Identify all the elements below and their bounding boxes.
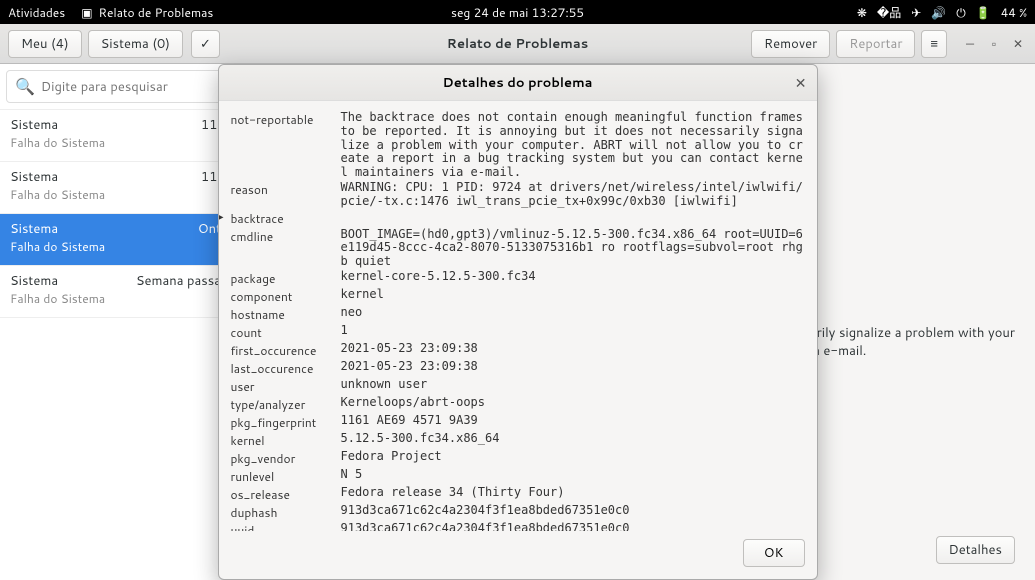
detail-key: first_occurence xyxy=(231,342,341,359)
detail-value: WARNING: CPU: 1 PID: 9724 at drivers/net… xyxy=(341,181,805,209)
detail-value: BOOT_IMAGE=(hd0,gpt3)/vmlinuz-5.12.5-300… xyxy=(341,228,805,269)
detail-row: pkg_fingerprint1161 AE69 4571 9A39 xyxy=(231,414,805,431)
problem-details-dialog: Detalhes do problema ✕ not-reportableThe… xyxy=(218,64,818,580)
detail-row: packagekernel-core-5.12.5-300.fc34 xyxy=(231,270,805,287)
gnome-topbar: Atividades ▣ Relato de Problemas seg 24 … xyxy=(0,0,1035,24)
detail-key: last_occurence xyxy=(231,360,341,377)
detail-row: pkg_vendorFedora Project xyxy=(231,450,805,467)
detail-row: last_occurence2021-05-23 23:09:38 xyxy=(231,360,805,377)
detail-value: 5.12.5-300.fc34.x86_64 xyxy=(341,432,805,446)
detail-row: cmdlineBOOT_IMAGE=(hd0,gpt3)/vmlinuz-5.1… xyxy=(231,228,805,269)
settings-icon[interactable]: ❋ xyxy=(857,4,867,21)
detail-value: 913d3ca671c62c4a2304f3f1ea8bded67351e0c0 xyxy=(341,504,805,518)
detail-key: os_release xyxy=(231,486,341,503)
dialog-title: Detalhes do problema xyxy=(443,74,593,92)
detail-key: uuid xyxy=(231,522,341,531)
battery-icon[interactable]: 🔋 xyxy=(976,4,991,21)
network-icon[interactable]: �品 xyxy=(877,4,901,21)
detail-key: cmdline xyxy=(231,228,341,245)
detail-value: kernel xyxy=(341,288,805,302)
detail-row: first_occurence2021-05-23 23:09:38 xyxy=(231,342,805,359)
activities-button[interactable]: Atividades xyxy=(8,4,65,21)
detail-row: kernel5.12.5-300.fc34.x86_64 xyxy=(231,432,805,449)
detail-row: runlevelN 5 xyxy=(231,468,805,485)
dialog-backdrop: Detalhes do problema ✕ not-reportableThe… xyxy=(0,24,1035,580)
detail-value: Fedora Project xyxy=(341,450,805,464)
detail-value: Fedora release 34 (Thirty Four) xyxy=(341,486,805,500)
detail-key: count xyxy=(231,324,341,341)
detail-row: hostnameneo xyxy=(231,306,805,323)
detail-row: reasonWARNING: CPU: 1 PID: 9724 at drive… xyxy=(231,181,805,209)
dialog-close-button[interactable]: ✕ xyxy=(795,73,807,93)
detail-key: type/analyzer xyxy=(231,396,341,413)
detail-key: not-reportable xyxy=(231,111,341,128)
detail-value: Kerneloops/abrt-oops xyxy=(341,396,805,410)
detail-row: not-reportableThe backtrace does not con… xyxy=(231,111,805,180)
volume-icon[interactable]: 🔊 xyxy=(931,4,946,21)
detail-key: reason xyxy=(231,181,341,198)
detail-row: componentkernel xyxy=(231,288,805,305)
detail-value: 2021-05-23 23:09:38 xyxy=(341,342,805,356)
clock[interactable]: seg 24 de mai 13:27:55 xyxy=(451,4,584,21)
app-name: Relato de Problemas xyxy=(99,4,214,21)
detail-value: neo xyxy=(341,306,805,320)
dialog-body: not-reportableThe backtrace does not con… xyxy=(219,101,817,531)
detail-key: kernel xyxy=(231,432,341,449)
detail-key[interactable]: backtrace xyxy=(231,210,341,227)
detail-key: user xyxy=(231,378,341,395)
detail-key: pkg_fingerprint xyxy=(231,414,341,431)
detail-value: The backtrace does not contain enough me… xyxy=(341,111,805,180)
ok-button[interactable]: OK xyxy=(743,539,805,567)
detail-value: 2021-05-23 23:09:38 xyxy=(341,360,805,374)
detail-row: userunknown user xyxy=(231,378,805,395)
detail-value: 1161 AE69 4571 9A39 xyxy=(341,414,805,428)
detail-value: unknown user xyxy=(341,378,805,392)
detail-row: duphash913d3ca671c62c4a2304f3f1ea8bded67… xyxy=(231,504,805,521)
detail-key: component xyxy=(231,288,341,305)
detail-row: uuid913d3ca671c62c4a2304f3f1ea8bded67351… xyxy=(231,522,805,531)
detail-row: backtrace xyxy=(231,210,805,227)
detail-row: type/analyzerKerneloops/abrt-oops xyxy=(231,396,805,413)
detail-key: hostname xyxy=(231,306,341,323)
detail-value: kernel-core-5.12.5-300.fc34 xyxy=(341,270,805,284)
power-icon[interactable]: ⏻ xyxy=(956,4,966,21)
detail-value: 913d3ca671c62c4a2304f3f1ea8bded67351e0c0 xyxy=(341,522,805,531)
airplane-icon[interactable]: ✈ xyxy=(911,4,921,21)
app-menu[interactable]: ▣ Relato de Problemas xyxy=(81,4,213,21)
battery-percent: 44 % xyxy=(1001,4,1027,21)
detail-value: 1 xyxy=(341,324,805,338)
app-icon: ▣ xyxy=(81,4,92,21)
detail-key: pkg_vendor xyxy=(231,450,341,467)
detail-row: count1 xyxy=(231,324,805,341)
detail-key: package xyxy=(231,270,341,287)
detail-value: N 5 xyxy=(341,468,805,482)
detail-key: runlevel xyxy=(231,468,341,485)
detail-row: os_releaseFedora release 34 (Thirty Four… xyxy=(231,486,805,503)
detail-key: duphash xyxy=(231,504,341,521)
